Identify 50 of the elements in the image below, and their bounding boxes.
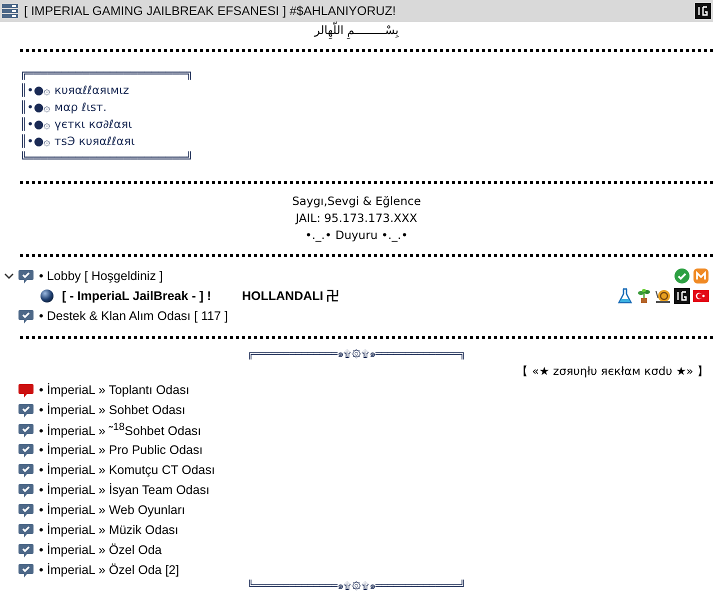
channel-name[interactable]: • Destek & Klan Alım Odası [ 117 ] [39,309,228,323]
flask-icon [617,288,633,304]
channel-icon [18,308,34,324]
client-name[interactable]: [ - ImperiaL JailBreak - ] ! [62,289,242,303]
flag-icon [693,288,709,304]
spacer-text: ╔══════════════๑۩۞۩๑══════════════╗ [247,348,466,362]
spacer-text: ╚══════════════๑۩۞۩๑══════════════╝ [247,580,466,591]
channel-icon [18,442,34,458]
server-name: [ IMPERIAL GAMING JAILBREAK EFSANESI ] #$AHLANIYORUZ! [24,4,397,18]
channel-icon [18,542,34,558]
spacer-text: ║•●۞ кυяαℓℓαяιмιz [20,82,130,99]
plant-icon [636,288,652,304]
spacer-text: بِسْـــــــــمِ اللّهِالر [314,22,399,39]
server-icon [2,4,18,18]
spacer-text: ║•●۞ тѕЭ кυяαℓℓαяι [20,133,136,150]
check-icon [674,268,690,284]
logo-icon [695,3,711,19]
channel-icon [18,422,34,438]
spacer-text: ║•●۞ мαρ ℓιѕт. [20,99,108,116]
spacer-text: ╔═══════════════════════╗ [20,65,194,82]
channel-icon [18,382,34,398]
channel-icon [18,462,34,478]
client-name: HOLLANDALI 卍 [242,288,340,304]
channel-name[interactable]: • Lobby [ Hoşgeldiniz ] [39,269,163,283]
spacer-text: ╚═══════════════════════╝ [20,150,194,167]
spacer-text: •._.• Duyuru •._.• [305,227,408,244]
spacer-text: Saygı,Sevgi & Eğlence [292,193,421,210]
channel-icon [18,268,34,284]
spacer-text: ║•●۞ үєткι кσ∂ℓαяι [20,116,134,133]
collapse-icon[interactable] [4,271,14,281]
client-status-icon [40,289,54,303]
channel-icon [18,562,34,578]
channel-name[interactable]: • İmperiaL » Sohbet Odası [39,403,186,417]
channel-icon [18,402,34,418]
channel-name[interactable]: • İmperiaL » İsyan Team Odası [39,483,210,497]
channel-name[interactable]: • İmperiaL » Toplantı Odası [39,383,190,397]
channel-name[interactable]: • İmperiaL » ˜$^{18}$Sohbet Odası [39,422,202,438]
channel-icon [18,502,34,518]
server-title-bar[interactable]: [ IMPERIAL GAMING JAILBREAK EFSANESI ] #$AHLANIYORUZ! [0,0,713,22]
spacer-text: 【 «★ zσяυηłυ яєкłαм кσdυ ★» 】 [516,363,710,380]
channel-icon [18,482,34,498]
logo-icon [674,288,690,304]
channel-icon [18,522,34,538]
channel-name[interactable]: • İmperiaL » Komutçu CT Odası [39,463,215,477]
channel-name[interactable]: • İmperiaL » Web Oyunları [39,503,186,517]
spacer-text: JAIL: 95.173.173.XXX [296,210,418,227]
channel-name[interactable]: • İmperiaL » Müzik Odası [39,523,178,537]
channel-name[interactable]: • İmperiaL » Pro Public Odası [39,443,203,457]
channel-name[interactable]: • İmperiaL » Özel Oda [2] [39,563,180,577]
channel-name[interactable]: • İmperiaL » Özel Oda [39,543,162,557]
